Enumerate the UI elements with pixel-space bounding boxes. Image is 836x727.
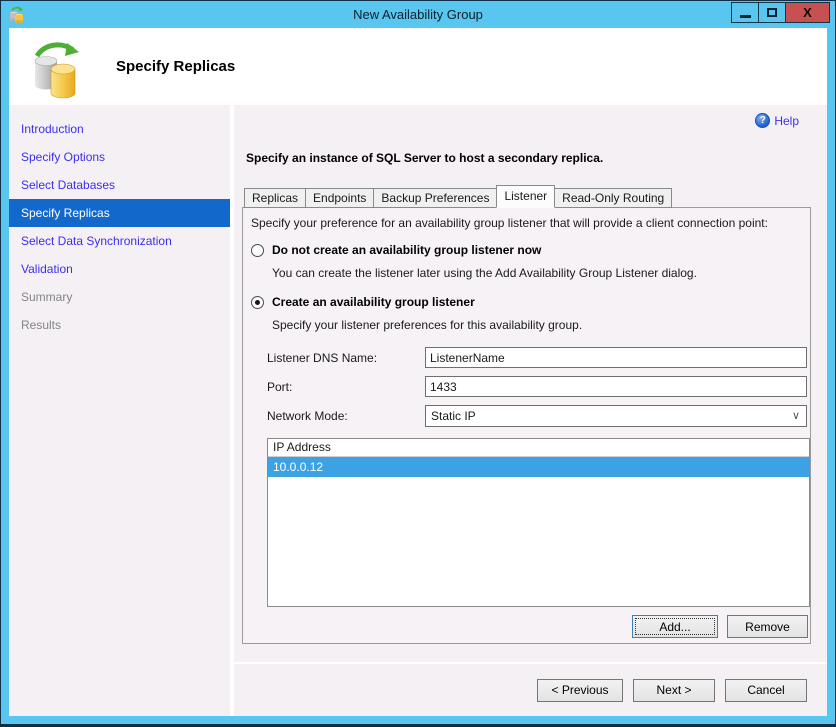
tab-endpoints[interactable]: Endpoints [305,188,375,208]
dns-name-row: Listener DNS Name: [267,347,807,369]
listener-tab-panel: Specify your preference for an availabil… [242,207,811,644]
ip-address-row[interactable]: 10.0.0.12 [268,457,809,477]
main-pane: ? Help Specify an instance of SQL Server… [234,105,827,716]
dialog-frame: Specify Replicas Introduction Specify Op… [9,28,827,716]
network-mode-dropdown[interactable]: Static IP ∨ [425,405,807,427]
sidebar-item-specify-replicas[interactable]: Specify Replicas [9,199,230,227]
wizard-footer: < Previous Next > Cancel [234,662,827,716]
app-database-icon [9,6,24,23]
titlebar: New Availability Group X [1,1,835,28]
minimize-icon [739,14,751,18]
network-mode-row: Network Mode: Static IP ∨ [267,405,807,427]
sidebar-item-introduction[interactable]: Introduction [9,115,230,143]
close-icon: X [803,5,812,20]
remove-button[interactable]: Remove [727,615,808,638]
close-button[interactable]: X [785,2,830,23]
instruction-heading: Specify an instance of SQL Server to hos… [246,151,604,165]
radio-unchecked-icon[interactable] [251,243,264,257]
page-title: Specify Replicas [116,58,236,75]
add-button[interactable]: Add... [632,615,718,638]
tab-backup-preferences[interactable]: Backup Preferences [373,188,498,208]
dns-name-input[interactable] [425,347,807,368]
maximize-icon [767,8,777,17]
do-not-create-description: You can create the listener later using … [272,266,697,280]
window-controls: X [731,2,830,23]
help-link[interactable]: ? Help [755,113,799,128]
create-listener-description: Specify your listener preferences for th… [272,318,583,332]
tab-listener[interactable]: Listener [496,185,556,208]
replica-tabstrip: Replicas Endpoints Backup Preferences Li… [244,185,673,208]
ip-address-column-header[interactable]: IP Address [268,439,809,457]
chevron-down-icon: ∨ [791,410,800,422]
window-title: New Availability Group [353,7,483,22]
replicas-database-sync-icon [34,41,79,98]
listener-intro-text: Specify your preference for an availabil… [251,216,768,230]
ip-address-list[interactable]: IP Address 10.0.0.12 [267,438,810,607]
cancel-button[interactable]: Cancel [725,678,807,702]
maximize-button[interactable] [758,2,786,23]
sidebar-item-validation[interactable]: Validation [9,255,230,283]
sidebar-item-select-data-synchronization[interactable]: Select Data Synchronization [9,227,230,255]
ip-list-buttons: Add... Remove [632,615,808,638]
port-input[interactable] [425,376,807,397]
radio-create-listener[interactable]: Create an availability group listener [251,295,475,309]
port-row: Port: [267,376,807,398]
wizard-header: Specify Replicas [9,28,827,105]
dns-name-label: Listener DNS Name: [267,351,378,365]
tab-replicas[interactable]: Replicas [244,188,307,208]
tab-read-only-routing[interactable]: Read-Only Routing [554,188,673,208]
wizard-steps-sidebar: Introduction Specify Options Select Data… [9,105,230,716]
radio-do-not-create-label: Do not create an availability group list… [272,243,542,257]
next-button[interactable]: Next > [633,678,715,702]
radio-checked-icon[interactable] [251,295,264,309]
main-content: ? Help Specify an instance of SQL Server… [234,105,827,662]
help-label: Help [774,113,799,128]
minimize-button[interactable] [731,2,759,23]
radio-create-label: Create an availability group listener [272,295,475,309]
new-availability-group-window: New Availability Group X Specify Replica… [0,0,836,727]
radio-do-not-create-listener[interactable]: Do not create an availability group list… [251,243,541,257]
previous-button[interactable]: < Previous [537,678,623,702]
sidebar-item-results: Results [21,318,62,332]
network-mode-value: Static IP [431,409,476,423]
content-area: Introduction Specify Options Select Data… [9,105,827,716]
help-question-icon: ? [755,113,771,128]
port-label: Port: [267,380,293,394]
sidebar-item-select-databases[interactable]: Select Databases [9,171,230,199]
network-mode-label: Network Mode: [267,409,348,423]
sidebar-item-summary: Summary [21,290,73,304]
sidebar-item-specify-options[interactable]: Specify Options [9,143,230,171]
